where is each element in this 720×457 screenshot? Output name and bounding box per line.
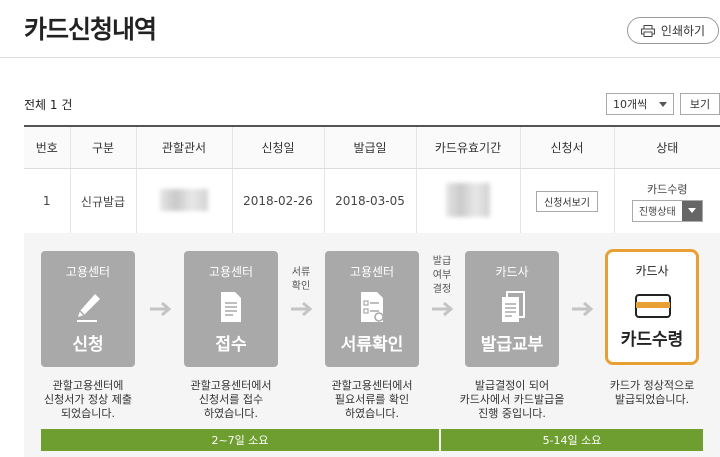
step-document-check: 고용센터 서류확인 [325, 251, 419, 367]
printer-icon [640, 24, 655, 37]
between-label-doc-check: 서류 확인 [291, 267, 311, 292]
arrow-right-icon [430, 301, 456, 321]
step-card-received: 카드사 카드수령 [605, 249, 699, 365]
step-description: 관할고용센터에서 필요서류를 확인 하였습니다. [331, 379, 413, 420]
step-description: 카드가 정상적으로 발급되었습니다. [609, 379, 695, 406]
col-header: 상태 [613, 125, 720, 169]
view-form-button[interactable]: 신청서보기 [536, 190, 598, 212]
document-icon [218, 291, 244, 327]
col-header: 신청일 [231, 125, 324, 169]
card-icon [635, 294, 671, 322]
cell-validity [415, 168, 520, 235]
col-header: 구분 [69, 125, 136, 169]
chevron-down-icon [659, 101, 667, 107]
col-header: 관할관서 [135, 125, 232, 169]
step-org: 카드사 [635, 264, 669, 278]
total-count: 전체 1 건 [24, 98, 73, 112]
card-application-table: 번호 구분 관할관서 신청일 발급일 카드유효기간 신청서 상태 1 신규발급 … [24, 125, 720, 235]
print-label: 인쇄하기 [660, 24, 706, 38]
step-description: 관할고용센터에서 신청서를 접수 하였습니다. [190, 379, 272, 420]
arrow-right-icon [570, 301, 596, 321]
table-header-row: 번호 구분 관할관서 신청일 발급일 카드유효기간 신청서 상태 [24, 125, 720, 169]
print-button[interactable]: 인쇄하기 [627, 17, 719, 44]
cell-type: 신규발급 [69, 168, 136, 235]
duration-bar-1: 2~7일 소요 [41, 429, 439, 451]
cell-form: 신청서보기 [519, 168, 614, 235]
step-name: 발급교부 [480, 335, 544, 355]
step-name: 접수 [215, 335, 247, 355]
duration-bar-2: 5-14일 소요 [441, 429, 703, 451]
cell-no: 1 [24, 168, 70, 235]
cell-issue-date: 2018-03-05 [323, 168, 416, 235]
step-name: 카드수령 [620, 330, 684, 350]
title-divider [0, 57, 720, 58]
step-org: 고용센터 [349, 265, 395, 279]
step-description: 발급결정이 되어 카드사에서 카드발급을 진행 중입니다. [459, 379, 565, 420]
blurred-value [446, 182, 490, 217]
page-size-value: 10개씩 [613, 98, 648, 111]
cell-apply-date: 2018-02-26 [231, 168, 324, 235]
step-receive: 고용센터 접수 [184, 251, 278, 367]
step-name: 서류확인 [340, 335, 404, 355]
status-text: 카드수령 [647, 182, 688, 196]
status-select[interactable]: 진행상태 [631, 199, 703, 222]
step-org: 카드사 [495, 265, 529, 279]
arrow-right-icon [289, 301, 315, 321]
col-header: 카드유효기간 [415, 125, 520, 169]
cell-office [135, 168, 232, 235]
step-issue: 카드사 발급교부 [465, 251, 559, 367]
progress-panel: 고용센터 신청 고용센터 접수 고용센터 서류확인 카드사 발급교부 카드사 카… [24, 233, 720, 457]
table-row: 1 신규발급 2018-02-26 2018-03-05 신청서보기 카드수령 … [24, 168, 720, 235]
step-description: 관할고용센터에 신청서가 정상 제출 되었습니다. [44, 379, 132, 420]
view-button[interactable]: 보기 [680, 93, 720, 115]
between-label-issue-decision: 발급 여부 결정 [432, 256, 452, 295]
arrow-right-icon [148, 301, 174, 321]
pencil-icon [75, 291, 103, 327]
documents-icon [499, 291, 527, 327]
col-header: 발급일 [323, 125, 416, 169]
step-org: 고용센터 [65, 265, 111, 279]
step-apply: 고용센터 신청 [41, 251, 135, 367]
page-title: 카드신청내역 [24, 15, 157, 44]
page-size-select[interactable]: 10개씩 [606, 93, 674, 115]
step-org: 고용센터 [208, 265, 254, 279]
step-name: 신청 [72, 335, 104, 355]
chevron-down-icon [681, 200, 702, 221]
col-header: 신청서 [519, 125, 614, 169]
col-header: 번호 [24, 125, 70, 169]
status-select-value: 진행상태 [638, 207, 676, 218]
checklist-icon [359, 291, 387, 327]
blurred-value [160, 188, 208, 211]
cell-status: 카드수령 진행상태 [613, 168, 720, 235]
